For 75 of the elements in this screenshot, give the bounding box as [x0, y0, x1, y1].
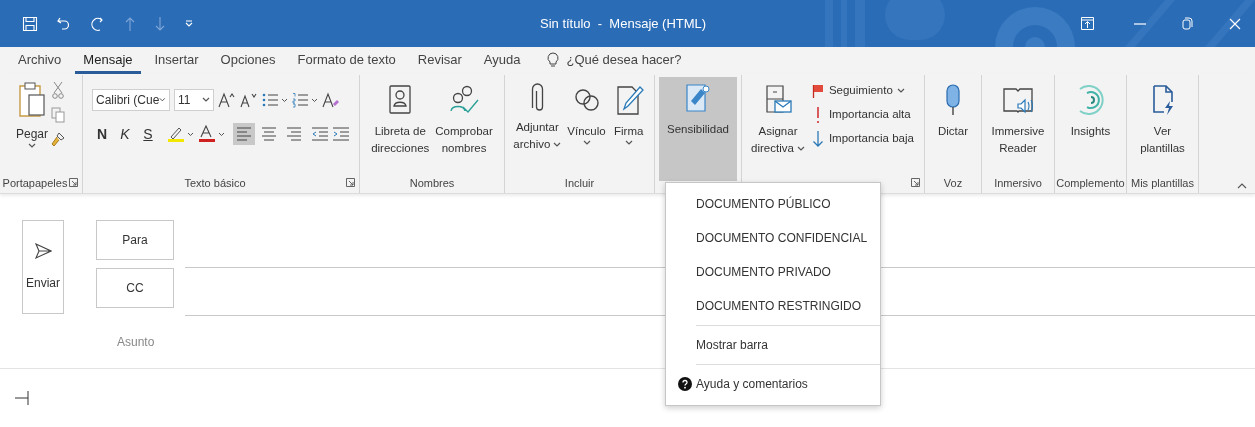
save-icon[interactable]	[22, 15, 38, 32]
text-style-button[interactable]: N	[92, 122, 112, 146]
send-button[interactable]: Enviar	[22, 220, 64, 314]
menu-item[interactable]: Ayuda y comentarios	[666, 367, 880, 401]
ribbon-tab[interactable]: Opciones	[212, 49, 284, 74]
ribbon-button[interactable]: Dictar	[934, 79, 972, 175]
flag-icon	[811, 84, 824, 98]
chevron-down-icon	[202, 97, 210, 103]
undo-icon[interactable]	[56, 15, 72, 32]
ribbon-tab[interactable]: Ayuda	[475, 49, 529, 74]
clipboard-icon	[17, 81, 47, 119]
ribbon-tab[interactable]: Archivo	[10, 49, 70, 74]
font-color-icon[interactable]	[198, 125, 226, 143]
send-icon	[34, 242, 52, 260]
text-style-button[interactable]: S	[138, 122, 158, 146]
group-label: Inmersivo	[994, 175, 1042, 191]
menu-item[interactable]: DOCUMENTO CONFIDENCIAL	[666, 221, 880, 255]
close-icon[interactable]	[1229, 17, 1241, 30]
menu-item[interactable]: DOCUMENTO PÚBLICO	[666, 187, 880, 221]
group-label: Portapapeles	[2, 175, 68, 191]
ribbon-button[interactable]: Importancia baja	[808, 127, 917, 151]
group-label: Complemento	[1056, 175, 1125, 191]
group-label: Incluir	[564, 175, 595, 191]
ribbon-tab[interactable]: Formato de texto	[289, 49, 404, 74]
clear-formatting-icon[interactable]	[322, 92, 340, 108]
recipient-button[interactable]: CC	[96, 268, 174, 308]
ribbon-button[interactable]: Seguimiento	[808, 79, 917, 103]
menu-item[interactable]: Mostrar barra	[666, 328, 880, 362]
window-title: Sin título - Mensaje (HTML)	[540, 15, 707, 33]
sensitivity-button[interactable]: Sensibilidad	[659, 77, 737, 181]
shrink-font-icon[interactable]	[240, 92, 258, 108]
group-label: Texto básico	[184, 175, 246, 191]
group-label: Nombres	[409, 175, 455, 191]
tell-me-field[interactable]: ¿Qué desea hacer?	[566, 50, 717, 70]
ribbon-button[interactable]: Ver plantillas	[1138, 79, 1187, 175]
scissors-icon[interactable]	[52, 81, 64, 99]
down-arrow-icon	[811, 130, 824, 148]
ribbon-button[interactable]: Vínculo	[565, 79, 608, 175]
format-painter-icon[interactable]	[50, 131, 66, 147]
help-icon	[678, 377, 692, 391]
text-cursor-icon	[15, 391, 29, 405]
ribbon-button[interactable]: Adjuntar archivo	[511, 79, 564, 175]
ribbon-tab[interactable]: Insertar	[146, 49, 207, 74]
ribbon-tab[interactable]: Revisar	[409, 49, 470, 74]
font-size-field[interactable]: 11	[174, 89, 214, 111]
grow-font-icon[interactable]	[218, 92, 236, 108]
collapse-ribbon-icon[interactable]	[1237, 182, 1247, 189]
lightbulb-icon	[546, 52, 559, 68]
ribbon-button[interactable]: Comprobar nombres	[433, 79, 495, 175]
text-style-button[interactable]: K	[115, 122, 135, 146]
group-label: Mis plantillas	[1131, 175, 1194, 191]
font-name-field[interactable]: Calibri (Cue	[92, 89, 170, 111]
group-label: Voz	[943, 175, 963, 191]
restore-icon[interactable]	[1182, 17, 1193, 30]
chevron-down-icon	[28, 143, 36, 149]
dialog-launcher-icon[interactable]	[911, 178, 920, 187]
dialog-launcher-icon[interactable]	[346, 178, 355, 187]
menu-item[interactable]: DOCUMENTO RESTRINGIDO	[666, 289, 880, 323]
dialog-launcher-icon[interactable]	[69, 178, 78, 187]
ribbon-button[interactable]: Libreta de direcciones	[369, 79, 432, 175]
paperclip-icon	[530, 83, 544, 113]
minimize-icon[interactable]	[1134, 22, 1146, 25]
recipient-button[interactable]: Para	[96, 220, 174, 260]
ribbon-display-options-icon[interactable]	[1081, 17, 1094, 30]
ribbon-button[interactable]: Insights	[1068, 79, 1113, 175]
assign-policy-button[interactable]: Asignar directiva	[749, 79, 807, 175]
chevron-down-icon	[159, 97, 166, 103]
customize-toolbar-icon[interactable]	[184, 18, 194, 29]
highlighter-icon[interactable]	[167, 125, 195, 143]
ribbon-button[interactable]: Firma	[609, 79, 648, 175]
ribbon-button[interactable]: Immersive Reader	[989, 79, 1047, 175]
ribbon-button[interactable]: Importancia alta	[808, 103, 917, 127]
bullet-list-icon[interactable]	[262, 92, 288, 108]
paste-button[interactable]: Pegar	[16, 79, 48, 171]
menu-item[interactable]: DOCUMENTO PRIVADO	[666, 255, 880, 289]
